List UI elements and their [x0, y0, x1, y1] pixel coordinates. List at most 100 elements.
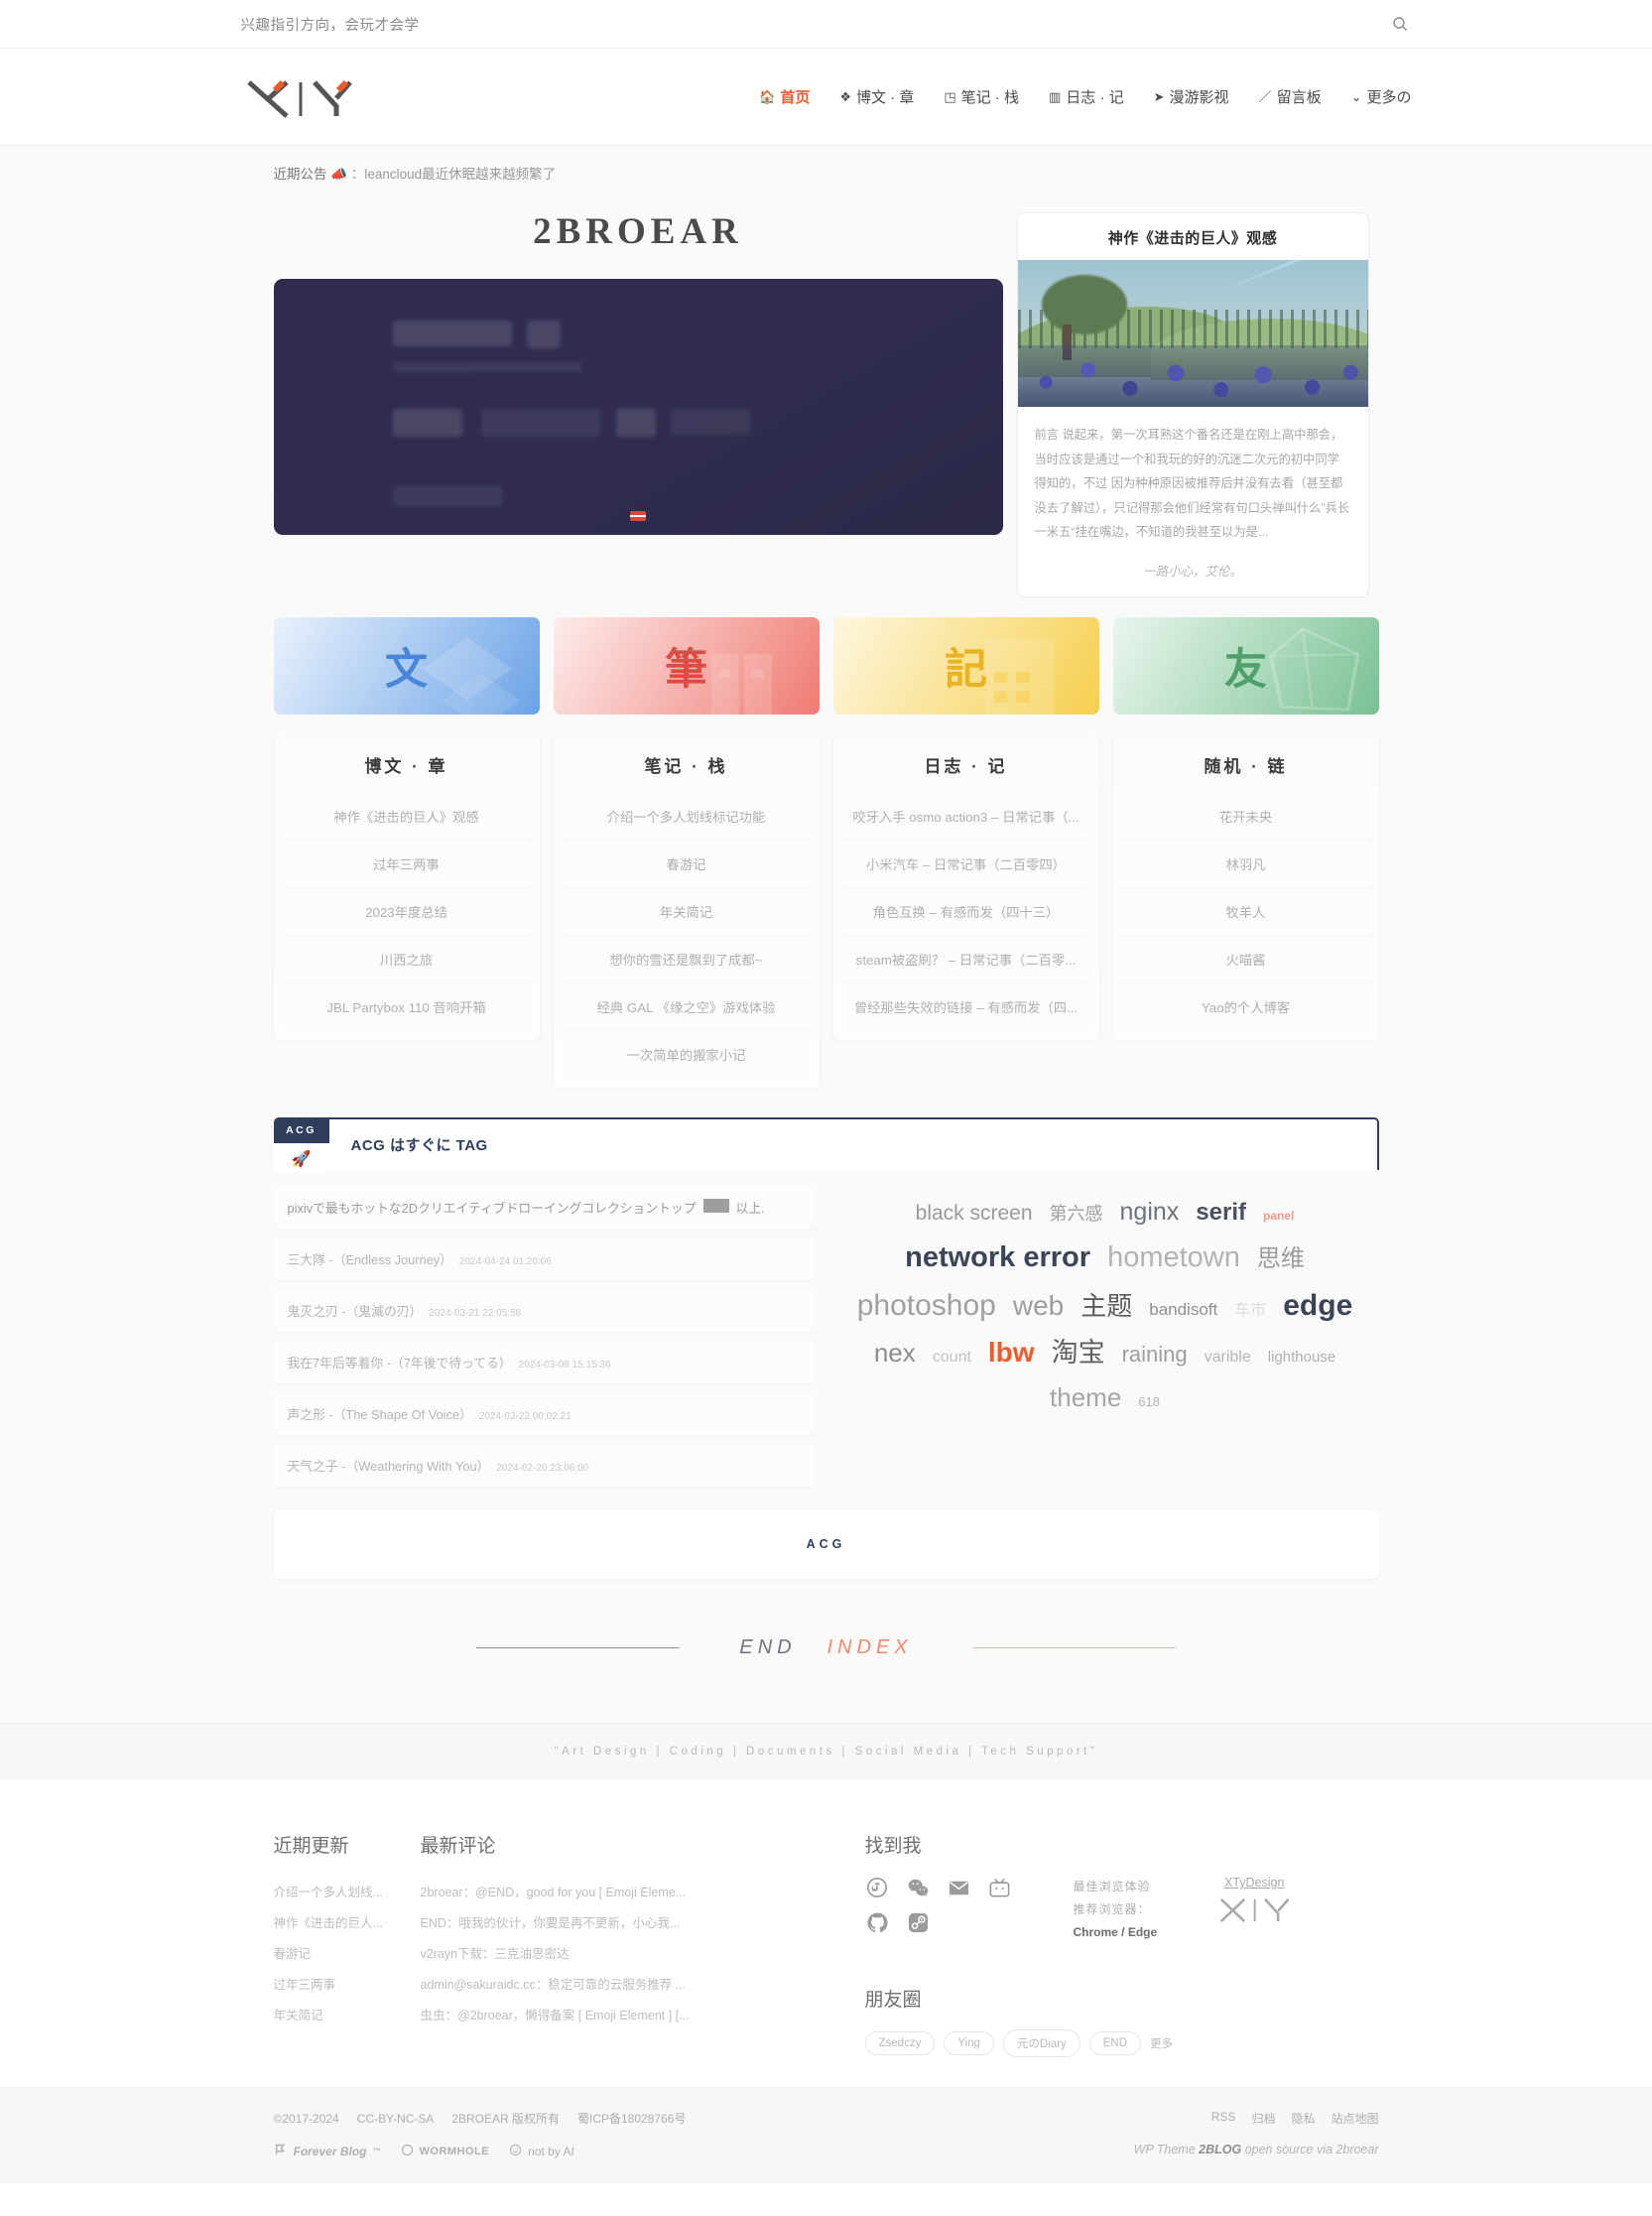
acg-tab[interactable]: ACG 🚀	[273, 1116, 329, 1172]
category-card-ji[interactable]: 記	[832, 616, 1099, 715]
tag-cloud-item[interactable]: panel	[1263, 1208, 1294, 1225]
nav-item-blog[interactable]: ❖ 博文 · 章	[839, 86, 914, 107]
wormhole-badge[interactable]: WORMHOLE	[401, 2144, 490, 2159]
nav-item-diary[interactable]: ▥ 日志 · 记	[1049, 86, 1124, 107]
nav-item-guestbook[interactable]: ／ 留言板	[1259, 86, 1322, 107]
tag-cloud-item[interactable]: 618	[1138, 1393, 1160, 1412]
category-card-bi[interactable]: 筆	[553, 616, 820, 715]
hero-panel[interactable]	[273, 279, 1003, 535]
list-item[interactable]: 角色互换 – 有感而发（四十三）	[840, 886, 1091, 935]
footer-list-item[interactable]: 春游记	[274, 1937, 421, 1968]
friend-chip[interactable]: END	[1088, 2031, 1142, 2056]
footer-list-item[interactable]: 年关简记	[274, 1999, 421, 2029]
anime-list-item[interactable]: 天气之子 -（Weathering With You） 2024-02-20 23…	[273, 1443, 816, 1487]
tag-cloud-item[interactable]: nginx	[1120, 1194, 1180, 1230]
list-item[interactable]: 神作《进击的巨人》观感	[282, 793, 532, 840]
not-by-ai-badge[interactable]: not by AI	[509, 2144, 574, 2159]
tag-cloud-item[interactable]: bandisoft	[1149, 1298, 1217, 1323]
bottom-link[interactable]: RSS	[1211, 2110, 1236, 2127]
footer-list-item[interactable]: 过年三两事	[274, 1968, 421, 1999]
list-item[interactable]: 年关简记	[561, 886, 812, 935]
anime-list-item[interactable]: 声之形 -（The Shape Of Voice） 2024-02-22 00:0…	[273, 1391, 816, 1435]
tag-cloud-item[interactable]: 淘宝	[1052, 1334, 1105, 1372]
list-item[interactable]: 花开未央	[1121, 793, 1371, 840]
license-label[interactable]: CC-BY-NC-SA	[357, 2112, 435, 2126]
tag-cloud-item[interactable]: raining	[1122, 1339, 1188, 1370]
tag-cloud-item[interactable]: hometown	[1107, 1237, 1240, 1278]
tag-cloud-item[interactable]: network error	[905, 1237, 1090, 1278]
nav-item-more[interactable]: ⌄ 更多の	[1351, 86, 1412, 107]
footer-list-item[interactable]: END：哦我的伙计，你要是再不更新，小心我...	[421, 1906, 865, 1937]
tag-cloud-item[interactable]: 车市	[1234, 1299, 1266, 1322]
list-item[interactable]: 牧羊人	[1120, 886, 1371, 935]
tag-cloud-item[interactable]: serif	[1196, 1196, 1246, 1231]
friends-more-link[interactable]: 更多	[1150, 2035, 1173, 2051]
footer-list-item[interactable]: admin@sakuraidc.cc：稳定可靠的云服务推荐 ...	[421, 1968, 865, 1999]
footer-list-item[interactable]: 介绍一个多人划线...	[274, 1876, 421, 1906]
tag-cloud-item[interactable]: theme	[1050, 1379, 1121, 1417]
category-card-wen[interactable]: 文	[273, 616, 540, 715]
list-item[interactable]: JBL Partybox 110 音响开箱	[281, 981, 532, 1030]
theme-name[interactable]: 2BLOG	[1199, 2143, 1241, 2156]
anime-list-item[interactable]: 三大隊 -（Endless Journey） 2024-04-24 01:20:0…	[273, 1237, 816, 1280]
list-item[interactable]: 曾经那些失效的链接 – 有感而发（四...	[840, 981, 1091, 1030]
footer-list-item[interactable]: v2rayn下载：三克油思密达	[421, 1937, 865, 1968]
email-icon[interactable]	[947, 1876, 971, 1900]
list-item[interactable]: 想你的雪还是飘到了成都~	[561, 934, 812, 982]
list-item[interactable]: 林羽凡	[1120, 839, 1371, 887]
acg-footer-card[interactable]: ACG	[273, 1508, 1379, 1579]
list-item[interactable]: 过年三两事	[281, 839, 532, 887]
tag-cloud-item[interactable]: varible	[1205, 1346, 1251, 1369]
steam-icon[interactable]	[906, 1910, 931, 1935]
list-item[interactable]: 一次简单的搬家小记	[561, 1029, 812, 1078]
tag-cloud-item[interactable]: count	[933, 1346, 971, 1369]
bilibili-icon[interactable]	[987, 1876, 1012, 1900]
list-item[interactable]: 咬牙入手 osmo action3 – 日常记事（...	[841, 793, 1091, 840]
search-icon[interactable]	[1388, 12, 1412, 36]
icp-label[interactable]: 蜀ICP备18028766号	[577, 2110, 686, 2127]
anime-list-item[interactable]: 我在7年后等着你 -（7年後で待ってる） 2024-03-08 15:15:36	[273, 1340, 816, 1383]
tag-cloud-item[interactable]: web	[1013, 1286, 1064, 1327]
announcement[interactable]: 近期公告 📣 ：leancloud最近休眠越来越频繁了	[274, 146, 1379, 191]
tag-cloud-item[interactable]: 主题	[1080, 1288, 1132, 1326]
tag-cloud-item[interactable]: lbw	[988, 1333, 1035, 1373]
tag-cloud-item[interactable]: 第六感	[1050, 1201, 1103, 1227]
forever-blog-badge[interactable]: Forever Blog ™	[274, 2143, 381, 2159]
nav-item-notes[interactable]: ◳ 笔记 · 栈	[944, 86, 1019, 107]
wechat-icon[interactable]	[906, 1876, 931, 1900]
netease-music-icon[interactable]	[865, 1876, 890, 1900]
bottom-link[interactable]: 归档	[1251, 2110, 1275, 2127]
anime-list-item[interactable]: pixivで最もホットな2Dクリエイティブドローイングコレクショントップ 以上.	[273, 1185, 816, 1229]
list-item[interactable]: 经典 GAL 《缘之空》游戏体验	[561, 981, 812, 1030]
list-item[interactable]: 火喵酱	[1120, 934, 1371, 982]
list-item[interactable]: 川西之旅	[281, 934, 532, 982]
xty-design[interactable]: XTyDesign	[1214, 1876, 1294, 1925]
list-item[interactable]: 小米汽车 – 日常记事（二百零四）	[840, 839, 1091, 887]
category-card-you[interactable]: 友	[1112, 616, 1379, 715]
list-item[interactable]: 2023年度总结	[281, 886, 532, 935]
tag-cloud-item[interactable]: nex	[874, 1335, 916, 1372]
site-logo[interactable]	[241, 74, 358, 120]
list-item[interactable]: 春游记	[561, 839, 812, 887]
tag-cloud-item[interactable]: photoshop	[857, 1284, 996, 1328]
tag-cloud-item[interactable]: edge	[1283, 1284, 1352, 1328]
friend-chip[interactable]: 元のDiary	[1002, 2029, 1080, 2058]
list-item[interactable]: steam被盗刷？ – 日常记事（二百零...	[840, 934, 1091, 982]
bottom-link[interactable]: 隐私	[1291, 2110, 1315, 2127]
anime-list-item[interactable]: 鬼灭之刃 -（鬼滅の刃） 2024-03-21 22:05:58	[273, 1288, 816, 1332]
nav-item-home[interactable]: 🏠 首页	[759, 86, 810, 107]
list-item[interactable]: Yao的个人博客	[1120, 981, 1371, 1030]
github-icon[interactable]	[865, 1910, 890, 1935]
friend-chip[interactable]: Ying	[944, 2031, 994, 2056]
tag-cloud-item[interactable]: 思维	[1257, 1242, 1305, 1277]
bottom-link[interactable]: 站点地图	[1331, 2110, 1378, 2127]
tag-cloud-item[interactable]: lighthouse	[1268, 1347, 1335, 1369]
featured-post-card[interactable]: 神作《进击的巨人》观感 前言 说起来，第一次耳熟这个番名还是在刚上高中那会，当时…	[1016, 212, 1369, 597]
tag-cloud-item[interactable]: black screen	[916, 1199, 1033, 1229]
friend-chip[interactable]: Zsedczy	[864, 2031, 936, 2056]
nav-item-movies[interactable]: ➤ 漫游影视	[1154, 86, 1229, 107]
list-item[interactable]: 介绍一个多人划线标记功能	[562, 793, 812, 840]
footer-list-item[interactable]: 虫虫：@2broear，懒得备案 [ Emoji Element ] [...	[421, 1999, 865, 2029]
footer-list-item[interactable]: 2broear：@END，good for you [ Emoji Eleme.…	[421, 1876, 865, 1906]
footer-list-item[interactable]: 神作《进击的巨人...	[274, 1906, 421, 1937]
